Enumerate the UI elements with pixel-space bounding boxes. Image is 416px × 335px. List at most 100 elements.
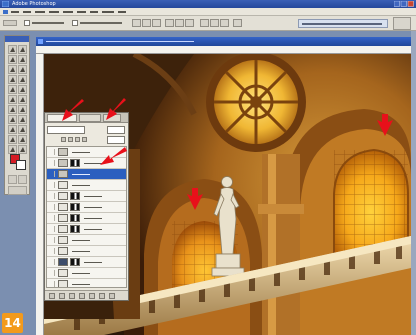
layer-row[interactable] <box>47 169 126 186</box>
eye-icon[interactable] <box>47 248 55 263</box>
layer-style-icon[interactable] <box>59 293 65 299</box>
opacity-field[interactable] <box>107 126 125 134</box>
layer-row[interactable] <box>47 213 126 230</box>
layer-thumbnail <box>58 258 68 266</box>
eye-icon[interactable] <box>47 215 55 230</box>
lock-transparency-icon[interactable] <box>61 137 66 142</box>
menu-item-layer[interactable] <box>49 11 59 13</box>
eye-icon[interactable] <box>47 149 55 164</box>
align-top-button[interactable] <box>132 19 141 27</box>
eye-icon[interactable] <box>47 270 55 285</box>
layer-thumbnail <box>58 236 68 244</box>
eye-icon[interactable] <box>47 259 55 274</box>
tool-preset-picker[interactable] <box>3 20 17 26</box>
menu-item-filter[interactable] <box>77 11 86 13</box>
screen-mode-button[interactable] <box>8 186 27 195</box>
align-left-button[interactable] <box>165 19 174 27</box>
menu-item-image[interactable] <box>35 11 45 13</box>
layer-row[interactable] <box>47 191 126 208</box>
layer-mask-thumbnail <box>70 203 80 211</box>
lasso-icon[interactable] <box>8 55 17 64</box>
window-controls[interactable] <box>394 1 414 7</box>
marquee-icon[interactable] <box>8 45 17 54</box>
lock-all-icon[interactable] <box>82 137 87 142</box>
adjustment-layer-icon[interactable] <box>79 293 85 299</box>
link-layers-icon[interactable] <box>49 293 55 299</box>
shape-icon[interactable] <box>18 125 27 134</box>
fill-field[interactable] <box>107 136 125 144</box>
blur-icon[interactable] <box>8 105 17 114</box>
eye-icon[interactable] <box>48 281 55 287</box>
menu-item-help[interactable] <box>118 11 126 13</box>
add-mask-icon[interactable] <box>69 293 75 299</box>
lock-pixels-icon[interactable] <box>68 137 73 142</box>
layer-row[interactable] <box>47 180 126 197</box>
hand-icon[interactable] <box>8 145 17 154</box>
blend-mode-select[interactable] <box>47 126 85 134</box>
eraser-icon[interactable] <box>8 95 17 104</box>
layer-row[interactable] <box>47 246 126 263</box>
quick-mask-mode-button[interactable] <box>18 175 27 184</box>
type-icon[interactable] <box>18 115 27 124</box>
layer-name-text-shape <box>72 152 90 153</box>
eye-icon[interactable] <box>47 171 55 186</box>
menu-item-edit[interactable] <box>23 11 31 13</box>
magic-wand-icon[interactable] <box>18 55 27 64</box>
document-title-text-shape <box>46 41 194 42</box>
brush-icon[interactable] <box>18 75 27 84</box>
new-layer-icon[interactable] <box>99 293 105 299</box>
align-right-button[interactable] <box>185 19 194 27</box>
palette-well[interactable] <box>393 17 411 30</box>
healing-brush-icon[interactable] <box>8 75 17 84</box>
move-icon[interactable] <box>18 45 27 54</box>
ruler-vertical[interactable] <box>36 54 44 335</box>
ruler-horizontal[interactable] <box>36 46 411 54</box>
background-color-swatch[interactable] <box>16 160 26 170</box>
auto-select-checkbox[interactable] <box>24 20 30 26</box>
gradient-icon[interactable] <box>18 95 27 104</box>
menu-item-select[interactable] <box>63 11 73 13</box>
align-hcenter-button[interactable] <box>175 19 184 27</box>
lock-position-icon[interactable] <box>75 137 80 142</box>
eyedropper-icon[interactable] <box>18 135 27 144</box>
layer-row[interactable] <box>47 268 126 285</box>
distribute-left-button[interactable] <box>233 19 242 27</box>
layer-row[interactable] <box>47 235 126 252</box>
clone-stamp-icon[interactable] <box>8 85 17 94</box>
eye-icon[interactable] <box>47 160 55 175</box>
menu-item-view[interactable] <box>90 11 98 13</box>
layer-row[interactable] <box>47 202 126 219</box>
standard-mode-button[interactable] <box>8 175 17 184</box>
align-vcenter-button[interactable] <box>142 19 151 27</box>
zoom-icon[interactable] <box>18 145 27 154</box>
path-selection-icon[interactable] <box>8 115 17 124</box>
eye-icon[interactable] <box>47 193 55 208</box>
show-bounding-box-checkbox[interactable] <box>72 20 78 26</box>
distribute-top-button[interactable] <box>200 19 209 27</box>
layer-thumbnail <box>58 225 68 233</box>
distribute-bottom-button[interactable] <box>220 19 229 27</box>
layer-row[interactable] <box>47 279 126 287</box>
layer-row[interactable] <box>47 224 126 241</box>
eye-icon[interactable] <box>47 237 55 252</box>
align-bottom-button[interactable] <box>152 19 161 27</box>
menu-item-window[interactable] <box>102 11 114 13</box>
eye-icon[interactable] <box>47 182 55 197</box>
new-group-icon[interactable] <box>89 293 95 299</box>
trash-icon[interactable] <box>109 293 115 299</box>
history-brush-icon[interactable] <box>18 85 27 94</box>
layer-thumbnail <box>58 214 68 222</box>
dodge-icon[interactable] <box>18 105 27 114</box>
crop-icon[interactable] <box>8 65 17 74</box>
arrow-callout-layer <box>100 146 128 170</box>
layer-row[interactable] <box>47 257 126 274</box>
slice-icon[interactable] <box>18 65 27 74</box>
eye-icon[interactable] <box>47 226 55 241</box>
notes-icon[interactable] <box>8 135 17 144</box>
distribute-vcenter-button[interactable] <box>210 19 219 27</box>
workspace-menu[interactable] <box>298 19 388 28</box>
pen-icon[interactable] <box>8 125 17 134</box>
ps-menu-icon <box>3 10 8 14</box>
menu-item-file[interactable] <box>11 11 19 13</box>
eye-icon[interactable] <box>47 204 55 219</box>
